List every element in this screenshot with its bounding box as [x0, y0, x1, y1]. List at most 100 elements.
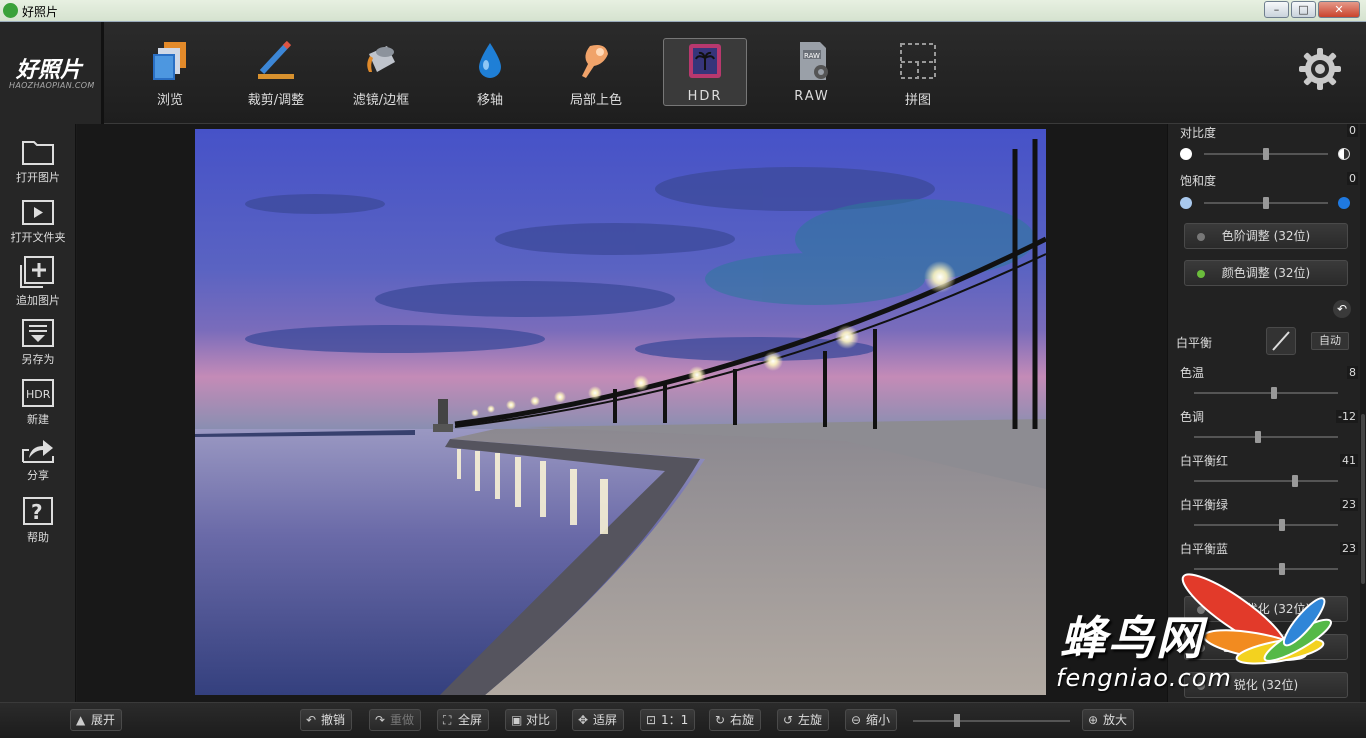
- tool-tiltshift[interactable]: 移轴: [440, 22, 540, 124]
- sidebar-item-share[interactable]: 分享: [0, 438, 76, 483]
- sharpen-button[interactable]: 锐化 (32位): [1184, 672, 1348, 698]
- undo-button[interactable]: ↶ 撤销: [300, 709, 353, 731]
- tool-local-color[interactable]: 局部上色: [546, 22, 646, 124]
- scrollbar-thumb[interactable]: [1361, 414, 1365, 584]
- raw-file-icon: RAW: [800, 42, 828, 80]
- zoom-in-button[interactable]: ⊕ 放大: [1082, 709, 1135, 731]
- color-adjust-button-label: 颜色调整 (32位): [1221, 266, 1311, 280]
- zoom-slider-thumb[interactable]: [954, 714, 960, 727]
- redo-button[interactable]: ↷ 重做: [369, 709, 422, 731]
- rotate-left-button[interactable]: ↺ 左旋: [777, 709, 830, 731]
- blur-optimize-label: 模糊优化 (32位): [1221, 602, 1311, 616]
- tool-label: 浏览: [156, 93, 183, 108]
- sidebar-item-open-image[interactable]: 打开图片: [0, 138, 76, 185]
- zoom-out-button[interactable]: ⊖ 缩小: [845, 709, 898, 731]
- fit-screen-button[interactable]: ✥ 适屏: [572, 709, 625, 731]
- fullscreen-icon: ⛶: [443, 713, 452, 727]
- tint-value[interactable]: -12: [1336, 410, 1358, 423]
- folder-icon: [22, 141, 54, 165]
- zoom-out-icon: ⊖: [851, 713, 862, 727]
- actual-size-button[interactable]: ⊡ 1：1: [640, 709, 696, 731]
- maximize-button[interactable]: □: [1291, 1, 1316, 18]
- tool-crop[interactable]: 裁剪/调整: [226, 22, 326, 124]
- wb-blue-slider[interactable]: [1194, 563, 1338, 575]
- wb-red-value[interactable]: 41: [1340, 454, 1358, 467]
- zoom-slider[interactable]: [913, 720, 1070, 722]
- add-image-icon: [20, 256, 54, 288]
- logo-text: 好照片: [16, 58, 83, 83]
- hdr-palm-icon: [689, 44, 721, 78]
- saturation-value[interactable]: 0: [1347, 172, 1358, 185]
- slider-thumb[interactable]: [1271, 387, 1277, 399]
- tool-raw[interactable]: RAW RAW: [762, 22, 862, 124]
- compare-button[interactable]: ▣ 对比: [505, 709, 558, 731]
- wb-green-label: 白平衡绿: [1180, 498, 1229, 512]
- tool-hdr[interactable]: HDR: [663, 22, 763, 124]
- saturation-slider[interactable]: [1204, 197, 1328, 209]
- eyedropper-button[interactable]: [1266, 327, 1296, 355]
- wb-green-value[interactable]: 23: [1340, 498, 1358, 511]
- close-button[interactable]: ✕: [1318, 1, 1360, 18]
- slider-thumb[interactable]: [1279, 519, 1285, 531]
- fit-screen-icon: ✥: [578, 713, 589, 727]
- sidebar-item-open-folder[interactable]: 打开文件夹: [0, 198, 76, 245]
- fullscreen-button[interactable]: ⛶ 全屏: [437, 709, 490, 731]
- slider-thumb[interactable]: [1292, 475, 1298, 487]
- contrast-slider[interactable]: [1204, 148, 1328, 160]
- color-adjust-button[interactable]: 颜色调整 (32位): [1184, 260, 1348, 286]
- temperature-slider[interactable]: [1194, 387, 1338, 399]
- status-dot: [1197, 644, 1205, 652]
- sidebar-label: 打开图片: [16, 171, 60, 184]
- levels-button[interactable]: 色阶调整 (32位): [1184, 223, 1348, 249]
- status-dot: [1197, 233, 1205, 241]
- share-icon: [22, 440, 54, 463]
- panel-scrollbar[interactable]: [1360, 124, 1366, 702]
- tool-label: HDR: [687, 89, 723, 104]
- sidebar-item-new[interactable]: HDR 新建: [0, 378, 76, 427]
- adjust-panel: 对比度 0 饱和度 0 色阶调整 (32位) 颜色调整 (32位) ↶ 白平衡 …: [1167, 124, 1366, 702]
- reset-arrow-icon[interactable]: ↶: [1333, 300, 1351, 318]
- sidebar-item-save-as[interactable]: 另存为: [0, 318, 76, 367]
- temperature-value[interactable]: 8: [1347, 366, 1358, 379]
- tool-browse[interactable]: 浏览: [120, 22, 220, 124]
- hdr-badge-text: HDR: [26, 388, 51, 401]
- paint-bucket-icon: [367, 46, 395, 72]
- save-as-icon: [22, 319, 54, 347]
- slider-thumb[interactable]: [1255, 431, 1261, 443]
- status-dot: [1197, 682, 1205, 690]
- rotate-right-button[interactable]: ↻ 右旋: [709, 709, 762, 731]
- zoom-in-label: 放大: [1103, 713, 1128, 727]
- tool-label: 拼图: [904, 93, 931, 108]
- wb-red-slider[interactable]: [1194, 475, 1338, 487]
- gear-icon[interactable]: [1298, 47, 1342, 91]
- contrast-value[interactable]: 0: [1347, 124, 1358, 137]
- wb-blue-value[interactable]: 23: [1340, 542, 1358, 555]
- tool-filter[interactable]: 滤镜/边框: [331, 22, 431, 124]
- logo-subtext: HAOZHAOPIAN.COM: [9, 81, 95, 90]
- collage-icon: [900, 43, 936, 79]
- contrast-low-icon: [1180, 148, 1192, 160]
- help-badge-text: ?: [31, 500, 43, 524]
- sidebar-label: 分享: [27, 469, 49, 482]
- auto-wb-button[interactable]: 自动: [1311, 332, 1349, 350]
- sidebar-item-append-image[interactable]: 追加图片: [0, 255, 76, 308]
- minimize-button[interactable]: –: [1264, 1, 1289, 18]
- wb-green-slider[interactable]: [1194, 519, 1338, 531]
- slider-thumb[interactable]: [1263, 148, 1269, 160]
- tint-slider[interactable]: [1194, 431, 1338, 443]
- tool-label: 移轴: [476, 93, 503, 108]
- svg-text:RAW: RAW: [804, 52, 820, 60]
- hdr-photo-preview[interactable]: [195, 129, 1046, 695]
- sidebar-label: 追加图片: [16, 294, 60, 307]
- tint-label: 色调: [1180, 410, 1205, 424]
- expand-button[interactable]: ▲ 展开: [70, 709, 123, 731]
- tool-collage[interactable]: 拼图: [868, 22, 968, 124]
- sidebar-item-help[interactable]: ? 帮助: [0, 496, 76, 545]
- slider-thumb[interactable]: [1279, 563, 1285, 575]
- blur-optimize-button[interactable]: 模糊优化 (32位): [1184, 596, 1348, 622]
- undo-icon: ↶: [306, 713, 317, 727]
- fullscreen-label: 全屏: [458, 713, 483, 727]
- sidebar-label: 新建: [27, 413, 49, 426]
- slider-thumb[interactable]: [1263, 197, 1269, 209]
- tone-curve-button[interactable]: 色调曲线 (32位): [1184, 634, 1348, 660]
